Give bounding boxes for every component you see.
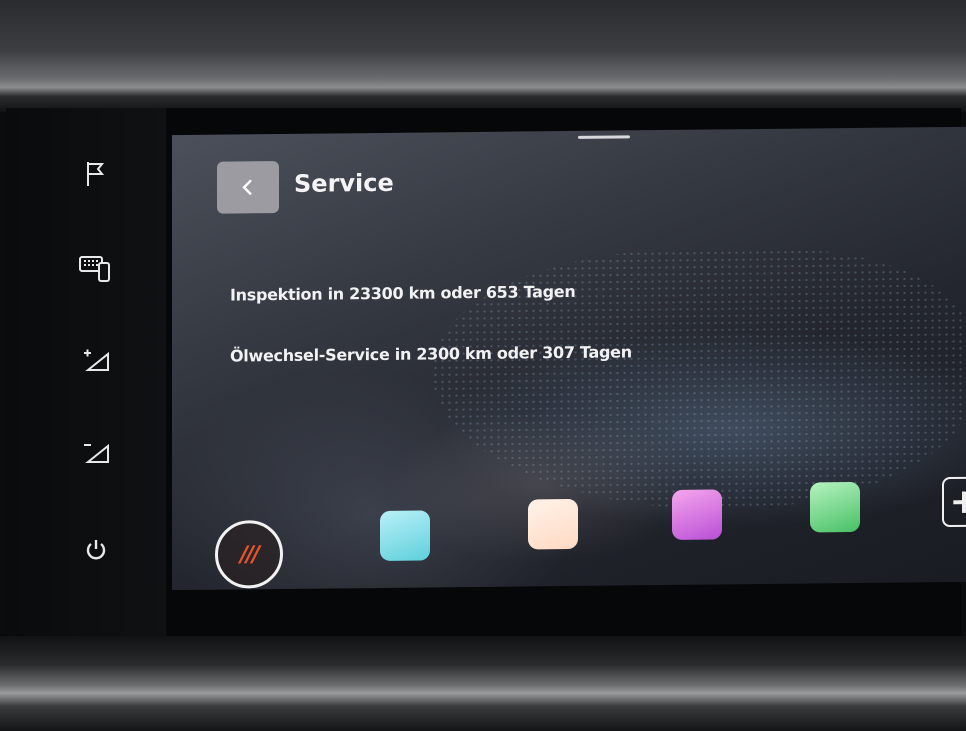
menu-label: ///	[239, 541, 259, 567]
volume-up-icon[interactable]	[76, 340, 116, 380]
volume-down-icon[interactable]	[76, 432, 116, 472]
app-icon-peach[interactable]	[528, 498, 578, 550]
add-app-button[interactable]: +	[942, 476, 966, 528]
plus-icon: +	[949, 481, 966, 523]
inspection-info: Inspektion in 23300 km oder 653 Tagen	[230, 281, 576, 305]
app-icon-teal[interactable]	[380, 510, 430, 561]
pull-down-handle[interactable]	[578, 135, 630, 139]
main-menu-button[interactable]: ///	[215, 519, 283, 589]
app-icon-purple[interactable]	[672, 489, 722, 540]
chevron-left-icon	[242, 179, 252, 196]
app-dock: /// +	[172, 476, 966, 590]
car-infotainment-scene: Service Inspektion in 23300 km oder 653 …	[0, 0, 966, 731]
page-title: Service	[294, 168, 394, 198]
bottom-bezel	[0, 636, 966, 731]
app-icon-green[interactable]	[810, 481, 860, 533]
back-button[interactable]	[217, 161, 279, 214]
flag-icon[interactable]	[76, 154, 116, 194]
power-icon[interactable]	[76, 530, 116, 570]
side-button-bar	[6, 108, 166, 648]
infotainment-screen: Service Inspektion in 23300 km oder 653 …	[172, 126, 966, 591]
top-bezel	[0, 0, 966, 112]
keyboard-phone-icon[interactable]	[76, 248, 116, 288]
